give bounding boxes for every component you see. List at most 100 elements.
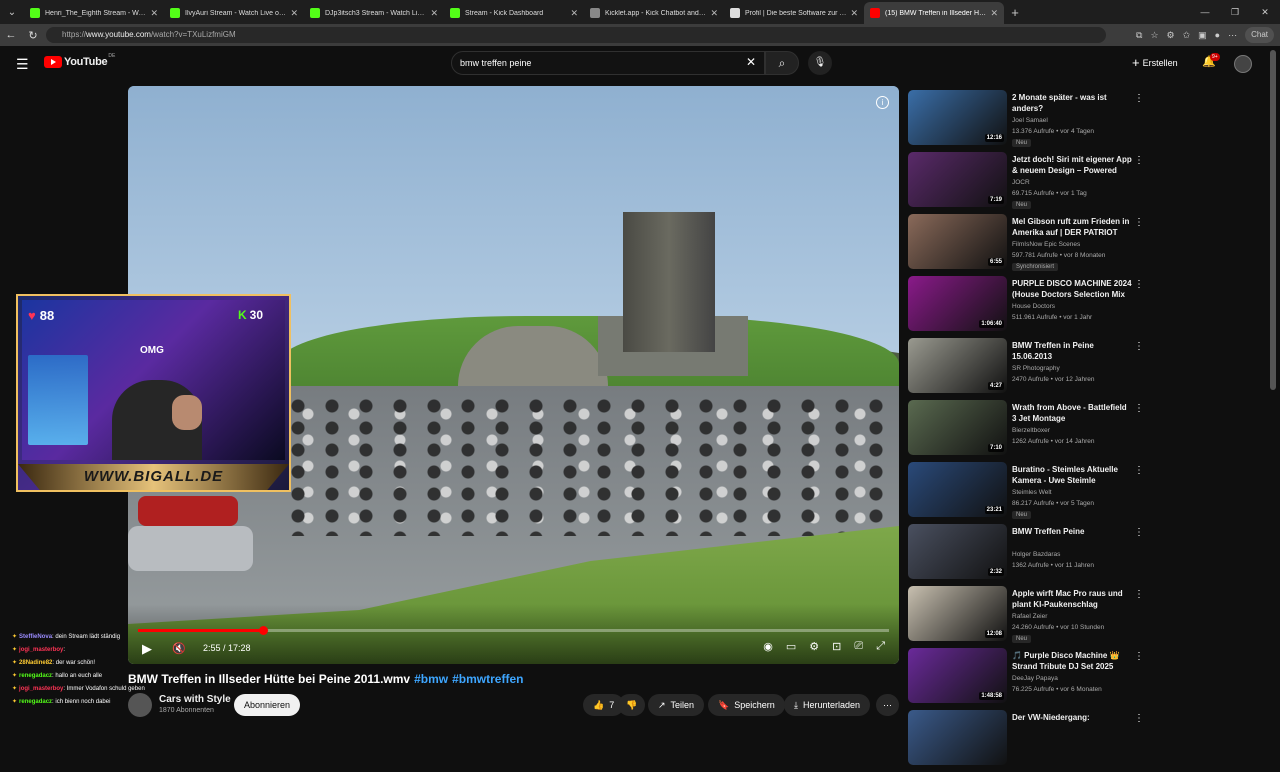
fullscreen-icon[interactable]: ⤢ xyxy=(876,640,885,653)
browser-tab[interactable]: Kicklet.app - Kick Chatbot and Ov ✕ xyxy=(584,2,724,24)
more-options-icon[interactable]: ⋮ xyxy=(1134,217,1144,228)
chat-username[interactable]: jogi_masterboy xyxy=(19,647,63,653)
profile-icon[interactable]: ● xyxy=(1215,30,1220,40)
channel-name[interactable]: Cars with Style xyxy=(159,694,231,705)
video-thumbnail[interactable] xyxy=(908,710,1007,765)
video-thumbnail[interactable]: 1:48:58 xyxy=(908,648,1007,703)
recommendation-title[interactable]: Apple wirft Mac Pro raus und plant KI-Pa… xyxy=(1012,588,1132,610)
video-thumbnail[interactable]: 7:19 xyxy=(908,152,1007,207)
autoplay-toggle-icon[interactable]: ◉ xyxy=(763,640,773,653)
chat-username[interactable]: renegadacz xyxy=(19,699,52,705)
dislike-button[interactable]: 👎 xyxy=(618,694,646,716)
search-button[interactable]: ⌕ xyxy=(765,51,799,75)
voice-search-button[interactable]: 🎙 xyxy=(808,51,832,75)
recommendation-item[interactable]: 12:08 Apple wirft Mac Pro raus und plant … xyxy=(908,586,1148,648)
more-options-icon[interactable]: ⋮ xyxy=(1134,93,1144,104)
url-field[interactable]: https://www.youtube.com/watch?v=TXuLizfm… xyxy=(46,27,1106,43)
tab-close-icon[interactable]: ✕ xyxy=(570,8,578,19)
recommendation-channel[interactable]: JOCR xyxy=(1012,179,1030,186)
recommendation-channel[interactable]: Joel Samael xyxy=(1012,117,1048,124)
info-icon[interactable]: i xyxy=(876,96,889,109)
tab-close-icon[interactable]: ✕ xyxy=(430,8,438,19)
recommendation-item[interactable]: 1:48:58 🎵 Purple Disco Machine 👑 Strand T… xyxy=(908,648,1148,710)
browser-tab[interactable]: IlvyAuri Stream - Watch Live on Ki ✕ xyxy=(164,2,304,24)
recommendation-channel[interactable]: DeeJay Papaya xyxy=(1012,675,1058,682)
hashtag-link[interactable]: #bmw xyxy=(414,672,448,686)
recommendation-channel[interactable]: FilmIsNow Epic Scenes xyxy=(1012,241,1080,248)
recommendation-item[interactable]: 23:21 Buratino - Steimles Aktuelle Kamera… xyxy=(908,462,1148,524)
extension-icon[interactable]: ⚙ xyxy=(1167,30,1175,41)
tab-close-icon[interactable]: ✕ xyxy=(150,8,158,19)
recommendation-title[interactable]: Der VW-Niedergang: xyxy=(1012,712,1132,723)
back-icon[interactable]: ← xyxy=(0,29,22,41)
video-thumbnail[interactable]: 12:16 xyxy=(908,90,1007,145)
copilot-chat-button[interactable]: Chat xyxy=(1245,27,1274,43)
recommendation-channel[interactable]: House Doctors xyxy=(1012,303,1055,310)
chat-username[interactable]: SteffieNova xyxy=(19,634,52,640)
recommendation-item[interactable]: 6:55 Mel Gibson ruft zum Frieden in Ameri… xyxy=(908,214,1148,276)
reload-icon[interactable]: ↻ xyxy=(22,29,44,42)
browser-tab[interactable]: (15) BMW Treffen in Illseder Hütte ✕ xyxy=(864,2,1004,24)
miniplayer-icon[interactable]: ⊡ xyxy=(832,640,841,653)
recommendation-channel[interactable]: Rafael Zeier xyxy=(1012,613,1047,620)
recommendation-item[interactable]: 1:06:40 PURPLE DISCO MACHINE 2024 (House … xyxy=(908,276,1148,338)
recommendation-channel[interactable]: SR Photography xyxy=(1012,365,1060,372)
page-scrollbar[interactable] xyxy=(1270,50,1276,390)
youtube-logo[interactable]: YouTube DE xyxy=(44,53,115,68)
video-thumbnail[interactable]: 12:08 xyxy=(908,586,1007,641)
progress-bar[interactable] xyxy=(138,626,889,635)
chat-username[interactable]: 28Nadine82 xyxy=(19,660,52,666)
more-options-icon[interactable]: ⋮ xyxy=(1134,713,1144,724)
more-options-icon[interactable]: ⋮ xyxy=(1134,465,1144,476)
close-window-icon[interactable]: ✕ xyxy=(1250,0,1280,24)
more-icon[interactable]: ⋯ xyxy=(1228,30,1237,41)
save-button[interactable]: 🔖 Speichern xyxy=(708,694,785,716)
browser-tab[interactable]: Profil | Die beste Software zur Opt ✕ xyxy=(724,2,864,24)
browser-tab[interactable]: DJp3itsch3 Stream - Watch Live o ✕ xyxy=(304,2,444,24)
chat-username[interactable]: jogi_masterboy xyxy=(19,686,63,692)
search-input[interactable]: bmw treffen peine xyxy=(451,51,765,75)
menu-icon[interactable]: ☰ xyxy=(16,56,29,73)
video-thumbnail[interactable]: 6:55 xyxy=(908,214,1007,269)
share-button[interactable]: ↗ Teilen xyxy=(648,694,705,716)
tab-close-icon[interactable]: ✕ xyxy=(990,8,998,19)
download-button[interactable]: ⤓ Herunterladen xyxy=(784,694,871,716)
video-thumbnail[interactable]: 1:06:40 xyxy=(908,276,1007,331)
create-button[interactable]: + Erstellen xyxy=(1132,55,1178,70)
chat-username[interactable]: renegadacz xyxy=(19,673,52,679)
tab-close-icon[interactable]: ✕ xyxy=(290,8,298,19)
more-options-icon[interactable]: ⋮ xyxy=(1134,155,1144,166)
video-thumbnail[interactable]: 2:32 xyxy=(908,524,1007,579)
tab-search-icon[interactable]: ⌄ xyxy=(0,0,24,24)
recommendation-title[interactable]: 2 Monate später - was ist anders? xyxy=(1012,92,1132,114)
apps-icon[interactable]: ⧉ xyxy=(1136,30,1142,41)
more-options-icon[interactable]: ⋮ xyxy=(1134,341,1144,352)
channel-avatar[interactable] xyxy=(128,693,152,717)
clear-search-icon[interactable]: ✕ xyxy=(746,55,756,69)
account-avatar[interactable] xyxy=(1234,55,1252,73)
video-thumbnail[interactable]: 4:27 xyxy=(908,338,1007,393)
more-options-icon[interactable]: ⋮ xyxy=(1134,527,1144,538)
browser-tab[interactable]: Henri_The_Eighth Stream - Watch ✕ xyxy=(24,2,164,24)
recommendation-title[interactable]: Buratino - Steimles Aktuelle Kamera - Uw… xyxy=(1012,464,1132,486)
collections-icon[interactable]: ▣ xyxy=(1198,30,1207,41)
settings-gear-icon[interactable]: ⚙ xyxy=(809,640,819,653)
recommendation-channel[interactable]: Steimles Welt xyxy=(1012,489,1052,496)
recommendation-item[interactable]: 7:19 Jetzt doch! Siri mit eigener App & n… xyxy=(908,152,1148,214)
more-actions-button[interactable]: ⋯ xyxy=(876,694,899,716)
favorites-icon[interactable]: ✩ xyxy=(1183,30,1191,41)
tab-close-icon[interactable]: ✕ xyxy=(710,8,718,19)
tab-close-icon[interactable]: ✕ xyxy=(850,8,858,19)
maximize-icon[interactable]: ❐ xyxy=(1220,0,1250,24)
recommendation-title[interactable]: BMW Treffen Peine xyxy=(1012,526,1132,537)
recommendation-item[interactable]: Der VW-Niedergang: ⋮ xyxy=(908,710,1148,772)
recommendation-channel[interactable]: Bierzeltboxer xyxy=(1012,427,1050,434)
recommendation-title[interactable]: 🎵 Purple Disco Machine 👑 Strand Tribute … xyxy=(1012,650,1132,672)
recommendation-title[interactable]: Jetzt doch! Siri mit eigener App & neuem… xyxy=(1012,154,1132,176)
new-tab-button[interactable]: + xyxy=(1004,5,1026,20)
more-options-icon[interactable]: ⋮ xyxy=(1134,403,1144,414)
recommendation-item[interactable]: 4:27 BMW Treffen in Peine 15.06.2013 SR Ph… xyxy=(908,338,1148,400)
recommendation-title[interactable]: Wrath from Above - Battlefield 3 Jet Mon… xyxy=(1012,402,1132,424)
recommendation-title[interactable]: PURPLE DISCO MACHINE 2024 (House Doctors… xyxy=(1012,278,1132,300)
recommendation-item[interactable]: 7:10 Wrath from Above - Battlefield 3 Jet… xyxy=(908,400,1148,462)
